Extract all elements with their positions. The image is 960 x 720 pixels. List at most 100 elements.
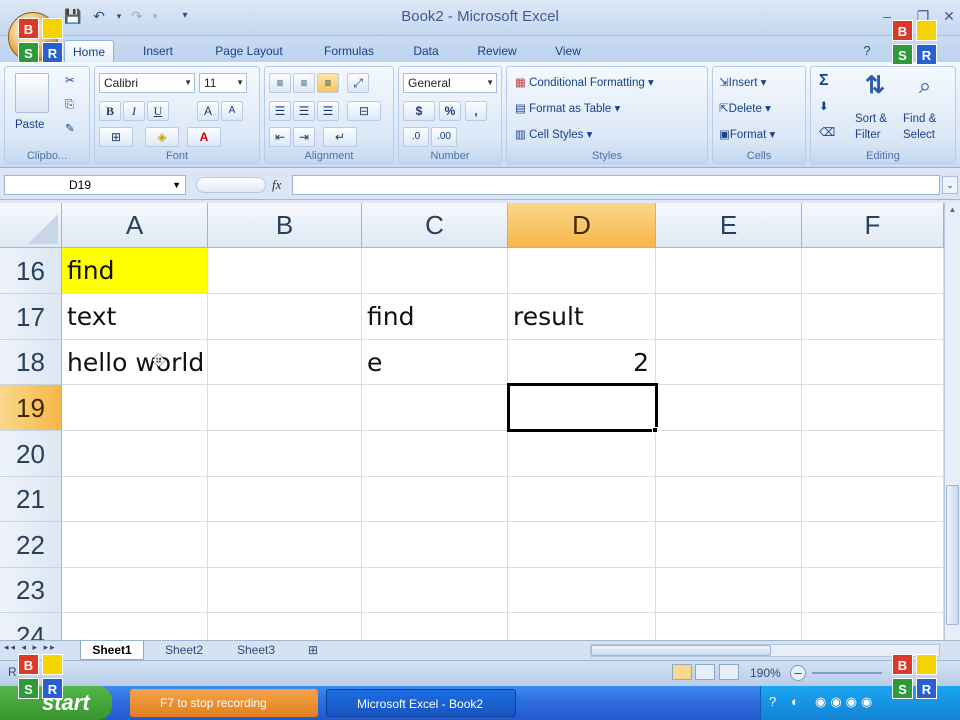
grid-cell[interactable] xyxy=(208,294,362,340)
grid-cell[interactable] xyxy=(508,248,656,294)
formula-input[interactable] xyxy=(292,175,940,195)
column-header-e[interactable]: E xyxy=(656,203,802,248)
paste-button[interactable]: Paste xyxy=(15,115,44,135)
page-break-view-icon[interactable] xyxy=(718,664,739,680)
view-buttons[interactable] xyxy=(672,664,740,682)
cancel-enter-buttons[interactable] xyxy=(196,177,266,193)
grid-cell[interactable] xyxy=(802,294,944,340)
row-header-24[interactable]: 24 xyxy=(0,613,62,640)
grid-cell[interactable] xyxy=(208,613,362,640)
help-icon[interactable]: ? xyxy=(856,40,878,62)
grid-cell[interactable] xyxy=(508,613,656,640)
cell-styles-button[interactable]: ▥ Cell Styles ▾ xyxy=(515,125,592,145)
cell-a17[interactable]: text xyxy=(62,294,208,340)
row-header-16[interactable]: 16 xyxy=(0,248,62,294)
task-recording[interactable]: F7 to stop recording xyxy=(130,689,318,717)
grid-cell[interactable] xyxy=(362,568,508,613)
align-left-icon[interactable]: ☰ xyxy=(269,101,291,121)
grid-cell[interactable] xyxy=(802,385,944,431)
grid-cell[interactable] xyxy=(802,248,944,294)
grid-cell[interactable] xyxy=(62,522,208,568)
tab-review[interactable]: Review xyxy=(470,40,524,62)
grid-cell[interactable] xyxy=(362,431,508,477)
align-bottom-icon[interactable]: ≡ xyxy=(317,73,339,93)
percent-button[interactable]: % xyxy=(439,101,461,121)
name-box[interactable]: D19 ▼ xyxy=(4,175,186,195)
paste-icon[interactable] xyxy=(15,73,49,113)
wrap-text-icon[interactable]: ↵ xyxy=(323,127,357,147)
active-cell-d19[interactable] xyxy=(507,383,658,432)
row-header-21[interactable]: 21 xyxy=(0,477,62,522)
format-painter-icon[interactable]: ✎ xyxy=(65,119,75,139)
grid-cell[interactable] xyxy=(362,522,508,568)
sheet-nav-icons[interactable]: ◂◂ ◂ ▸ ▸▸ xyxy=(4,642,57,653)
grid-cell[interactable] xyxy=(362,613,508,640)
format-cells-button[interactable]: ▣Format ▾ xyxy=(719,125,775,145)
expand-formula-bar-button[interactable]: ⌄ xyxy=(942,176,958,194)
grid-cell[interactable] xyxy=(62,613,208,640)
grid-cell[interactable] xyxy=(656,340,802,385)
decrease-decimal-icon[interactable]: .00 xyxy=(431,127,457,147)
grid-cell[interactable] xyxy=(208,568,362,613)
zoom-slider[interactable] xyxy=(812,672,882,674)
sheet-tab-sheet3[interactable]: Sheet3 xyxy=(224,641,288,660)
font-name-dropdown[interactable]: Calibri ▼ xyxy=(99,73,195,93)
grid-cell[interactable] xyxy=(508,522,656,568)
grid-cell[interactable] xyxy=(802,431,944,477)
italic-button[interactable]: I xyxy=(123,101,145,121)
vertical-scroll-thumb[interactable] xyxy=(946,485,959,625)
scroll-up-icon[interactable]: ▲ xyxy=(946,205,959,219)
align-right-icon[interactable]: ☰ xyxy=(317,101,339,121)
grid-cell[interactable] xyxy=(508,477,656,522)
align-center-icon[interactable]: ☰ xyxy=(293,101,315,121)
grid-cell[interactable] xyxy=(656,294,802,340)
close-button[interactable]: ✕ xyxy=(938,6,960,26)
bold-button[interactable]: B xyxy=(99,101,121,121)
row-header-22[interactable]: 22 xyxy=(0,522,62,568)
grid-cell[interactable] xyxy=(62,431,208,477)
cell-d17[interactable]: result xyxy=(508,294,656,340)
grid-cell[interactable] xyxy=(62,477,208,522)
grid-cell[interactable] xyxy=(208,248,362,294)
tab-insert[interactable]: Insert xyxy=(134,40,182,62)
normal-view-icon[interactable] xyxy=(672,664,692,680)
fill-handle[interactable] xyxy=(652,427,658,433)
grid-cell[interactable] xyxy=(656,385,802,431)
tray-icons[interactable]: ◉◉◉◉ xyxy=(815,694,876,710)
delete-cells-button[interactable]: ⇱Delete ▾ xyxy=(719,99,771,119)
vertical-scrollbar[interactable]: ▲ xyxy=(944,203,960,640)
grid-cell[interactable] xyxy=(802,568,944,613)
horizontal-scrollbar[interactable] xyxy=(590,644,940,657)
grid-cell[interactable] xyxy=(656,248,802,294)
grid-cell[interactable] xyxy=(62,385,208,431)
zoom-level[interactable]: 190% xyxy=(750,666,781,680)
grid-cell[interactable] xyxy=(802,613,944,640)
sort-filter-button[interactable]: ⇅ Sort & Filter xyxy=(855,71,895,157)
comma-button[interactable]: , xyxy=(465,101,487,121)
grid-cell[interactable] xyxy=(362,385,508,431)
align-top-icon[interactable]: ≡ xyxy=(269,73,291,93)
sheet-tab-sheet2[interactable]: Sheet2 xyxy=(152,641,216,660)
grid-cell[interactable] xyxy=(802,340,944,385)
help-tray-icon[interactable]: ? xyxy=(769,694,776,709)
row-header-23[interactable]: 23 xyxy=(0,568,62,613)
tab-home[interactable]: Home xyxy=(64,40,114,62)
zoom-out-button[interactable]: – xyxy=(790,665,806,681)
row-header-18[interactable]: 18 xyxy=(0,340,62,385)
tab-view[interactable]: View xyxy=(546,40,590,62)
grid-cell[interactable] xyxy=(656,522,802,568)
grid-cell[interactable] xyxy=(362,477,508,522)
increase-decimal-icon[interactable]: .0 xyxy=(403,127,429,147)
font-size-dropdown[interactable]: 11 ▼ xyxy=(199,73,247,93)
grid-cell[interactable] xyxy=(656,568,802,613)
sheet-tab-sheet1[interactable]: Sheet1 xyxy=(80,641,144,660)
font-color-button[interactable]: A xyxy=(187,127,221,147)
grid-cell[interactable] xyxy=(508,568,656,613)
cell-c18[interactable]: e xyxy=(362,340,508,385)
grid-cell[interactable] xyxy=(208,522,362,568)
number-format-dropdown[interactable]: General ▼ xyxy=(403,73,497,93)
merge-center-icon[interactable]: ⊟ xyxy=(347,101,381,121)
grid-cell[interactable] xyxy=(656,477,802,522)
tab-formulas[interactable]: Formulas xyxy=(314,40,384,62)
column-header-c[interactable]: C xyxy=(362,203,508,248)
